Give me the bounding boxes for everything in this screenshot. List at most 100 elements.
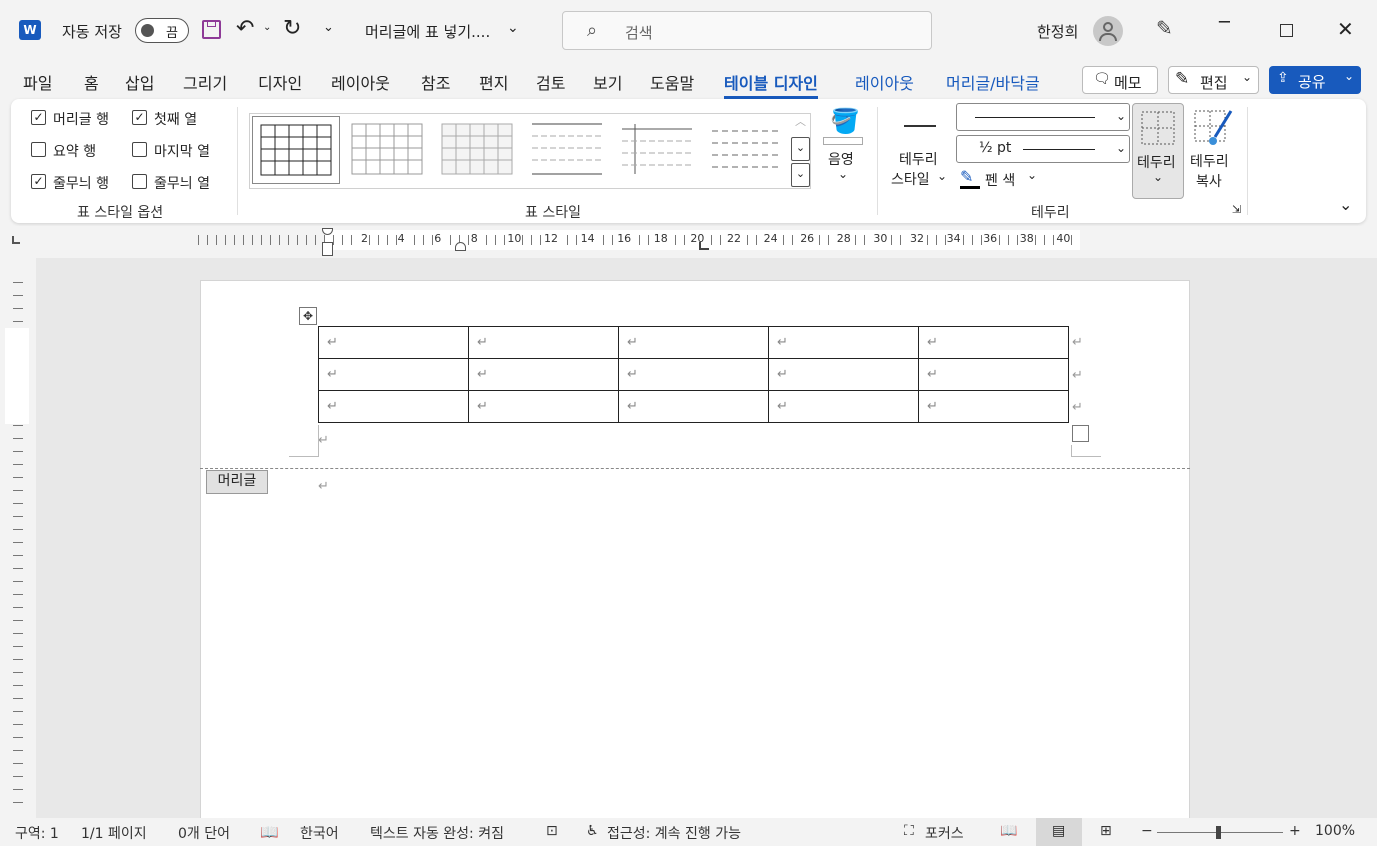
table-cell[interactable]: ↵ [918, 358, 1069, 391]
table-cell[interactable]: ↵ [318, 358, 469, 391]
tab-insert[interactable]: 삽입 [125, 70, 154, 94]
table-style-dashed[interactable] [707, 116, 791, 184]
right-indent-marker[interactable] [455, 242, 466, 251]
designer-pen-icon[interactable]: ✎ [1156, 16, 1173, 40]
pen-color-button[interactable]: ✎ 펜 색 ⌄ [957, 167, 1047, 191]
table-style-grid-header[interactable] [437, 116, 521, 184]
gallery-scroll-down[interactable]: ⌄ [791, 137, 810, 161]
table-cell[interactable]: ↵ [618, 358, 769, 391]
accessibility-icon[interactable]: ♿ [586, 823, 599, 839]
table-style-light-grid[interactable] [347, 116, 431, 184]
tab-layout[interactable]: 레이아웃 [331, 70, 390, 94]
proofing-book-icon[interactable]: 📖 [260, 823, 279, 841]
header-table[interactable]: ↵ ↵ ↵ ↵ ↵ ↵ ↵ ↵ ↵ ↵ ↵ ↵ ↵ ↵ ↵ [318, 326, 1069, 423]
shading-button[interactable]: 🪣 음영 ⌄ [821, 107, 865, 187]
memo-button[interactable]: 🗨 메모 [1082, 66, 1158, 94]
print-layout-button[interactable]: ▤ [1036, 818, 1082, 846]
banded-rows-checkbox[interactable]: ✓ [31, 174, 46, 189]
table-move-handle-icon[interactable]: ✥ [299, 307, 317, 325]
zoom-level[interactable]: 100% [1315, 823, 1355, 839]
document-title[interactable]: 머리글에 표 넣기.... [365, 21, 490, 42]
toggle-knob [141, 24, 154, 37]
user-name[interactable]: 한정희 [1037, 21, 1078, 42]
page-status[interactable]: 1/1 페이지 [81, 823, 147, 843]
tab-file[interactable]: 파일 [23, 70, 52, 94]
autosave-toggle[interactable]: 끔 [135, 18, 189, 43]
zoom-slider[interactable] [1157, 826, 1283, 839]
last-column-checkbox[interactable] [132, 142, 147, 157]
macro-record-icon[interactable]: ⊡ [546, 823, 558, 839]
web-layout-icon[interactable]: ⊞ [1100, 823, 1112, 839]
table-cell[interactable]: ↵ [468, 390, 619, 423]
table-resize-handle[interactable] [1072, 425, 1089, 442]
edit-button[interactable]: ✎ 편집 ⌄ [1168, 66, 1259, 94]
table-cell[interactable]: ↵ [468, 326, 619, 359]
line-weight-dropdown[interactable]: ½ pt ⌄ [956, 135, 1130, 163]
total-row-checkbox[interactable] [31, 142, 46, 157]
tab-mailings[interactable]: 편지 [479, 70, 508, 94]
table-style-preview-icon [260, 124, 332, 176]
border-painter-button[interactable]: 테두리 복사 [1188, 103, 1238, 199]
table-cell[interactable]: ↵ [468, 358, 619, 391]
borders-button[interactable]: 테두리 ⌄ [1132, 103, 1184, 199]
table-cell[interactable]: ↵ [318, 390, 469, 423]
tab-view[interactable]: 보기 [593, 70, 622, 94]
tab-review[interactable]: 검토 [536, 70, 565, 94]
banded-columns-checkbox[interactable] [132, 174, 147, 189]
text-prediction-status[interactable]: 텍스트 자동 완성: 켜짐 [370, 823, 504, 843]
customize-qat-icon[interactable]: ⌄ [323, 20, 334, 35]
save-icon[interactable] [202, 20, 221, 39]
word-count-status[interactable]: 0개 단어 [178, 823, 230, 843]
search-box[interactable]: ⌕ 검색 [562, 11, 932, 50]
left-indent-marker[interactable] [322, 242, 333, 256]
vertical-ruler[interactable] [0, 258, 36, 818]
zoom-in-icon[interactable]: + [1289, 823, 1301, 839]
tab-references[interactable]: 참조 [421, 70, 450, 94]
maximize-icon[interactable] [1280, 24, 1293, 37]
table-style-plain-grid[interactable] [252, 116, 340, 184]
title-dropdown-icon[interactable]: ⌄ [507, 20, 519, 36]
center-tab-marker[interactable] [699, 242, 709, 250]
tab-home[interactable]: 홈 [84, 70, 99, 94]
first-column-checkbox[interactable]: ✓ [132, 110, 147, 125]
gallery-scroll-up[interactable]: ︿ [791, 113, 810, 137]
gallery-more[interactable]: ⌄ [791, 163, 810, 187]
table-style-rows-only[interactable] [527, 116, 611, 184]
line-style-dropdown[interactable]: ⌄ [956, 103, 1130, 131]
dialog-launcher-icon[interactable]: ⇲ [1232, 203, 1241, 216]
tab-design[interactable]: 디자인 [258, 70, 302, 94]
focus-label[interactable]: 포커스 [925, 823, 964, 843]
focus-icon[interactable]: ⛶ [904, 823, 914, 839]
read-mode-icon[interactable]: 📖 [1000, 823, 1017, 839]
table-cell[interactable]: ↵ [918, 390, 1069, 423]
undo-dropdown-icon[interactable]: ⌄ [263, 22, 271, 33]
table-cell[interactable]: ↵ [918, 326, 1069, 359]
undo-icon[interactable]: ↶ [236, 16, 254, 41]
share-button[interactable]: ⇪ 공유 ⌄ [1269, 66, 1361, 94]
accessibility-status[interactable]: 접근성: 계속 진행 가능 [607, 823, 741, 843]
border-styles-button[interactable]: 테두리 스타일 ⌄ [887, 113, 951, 189]
table-cell[interactable]: ↵ [768, 326, 919, 359]
tab-help[interactable]: 도움말 [650, 70, 694, 94]
table-cell[interactable]: ↵ [318, 326, 469, 359]
minimize-icon[interactable]: ─ [1219, 12, 1230, 33]
language-status[interactable]: 한국어 [300, 823, 339, 843]
table-cell[interactable]: ↵ [618, 390, 769, 423]
tab-header-footer[interactable]: 머리글/바닥글 [946, 70, 1040, 94]
tab-draw[interactable]: 그리기 [183, 70, 227, 94]
redo-icon[interactable]: ↻ [283, 16, 301, 41]
table-cell[interactable]: ↵ [768, 390, 919, 423]
avatar[interactable] [1093, 16, 1123, 46]
zoom-slider-thumb[interactable] [1216, 826, 1221, 839]
table-cell[interactable]: ↵ [618, 326, 769, 359]
section-status[interactable]: 구역: 1 [15, 823, 59, 843]
tab-table-design[interactable]: 테이블 디자인 [724, 70, 818, 99]
header-row-checkbox[interactable]: ✓ [31, 110, 46, 125]
table-style-first-column[interactable] [617, 116, 701, 184]
table-cell[interactable]: ↵ [768, 358, 919, 391]
tab-table-layout[interactable]: 레이아웃 [855, 70, 914, 94]
horizontal-ruler[interactable]: 2 4 6 8 10 12 14 16 18 20 22 24 26 28 30 32 34 36 38 40 [0, 226, 1377, 256]
zoom-out-icon[interactable]: − [1141, 823, 1153, 839]
close-icon[interactable]: ✕ [1337, 17, 1354, 41]
collapse-ribbon-icon[interactable]: ⌄ [1339, 195, 1352, 214]
